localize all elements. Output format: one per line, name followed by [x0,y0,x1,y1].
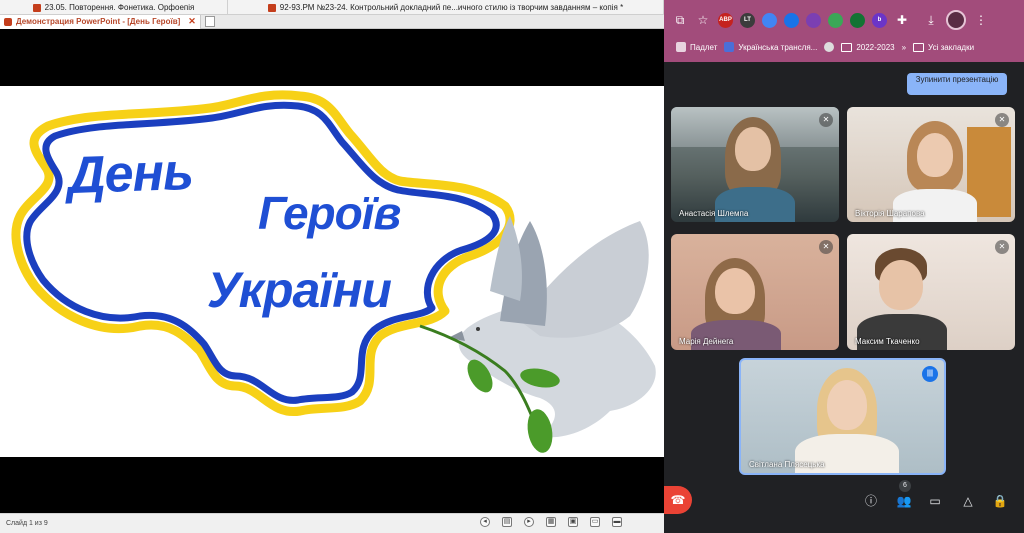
activities-icon[interactable]: △ [959,492,977,510]
participant-name: Максим Ткаченко [855,337,920,346]
host-controls-icon[interactable]: 🔒 [991,492,1009,510]
document-tab-2-label: 92-93.РМ №23-24. Контрольний докладний п… [279,3,624,12]
stop-presentation-button[interactable]: Зупинити презентацію [907,73,1007,95]
powerpoint-icon [267,3,276,12]
meeting-info-icon[interactable]: ⓘ [862,492,880,510]
bookmark-all-bookmarks[interactable]: Усі закладки [913,42,975,52]
muted-mic-icon: ✕ [819,240,833,254]
muted-mic-icon: ✕ [995,240,1009,254]
bookmarks-bar: Падлет Українська трансля... 2022-2023 »… [664,37,1024,57]
participant-count-badge: 6 [899,480,911,492]
reading-view-icon[interactable]: ▭ [590,517,600,527]
chrome-menu-icon[interactable]: ⋮ [973,12,989,28]
slide-title-line-3: України [207,262,392,318]
extension-icon[interactable] [762,12,777,28]
participant-name: Марія Дейнега [679,337,734,346]
bookmarks-overflow-chevron[interactable]: » [902,43,906,52]
bookmark-favicon [724,42,735,52]
participant-tile[interactable]: ✕ Вікторія Шарапова [847,107,1015,222]
slide-counter: Слайд 1 из 9 [6,520,48,527]
participant-tile[interactable]: ✕ Максим Ткаченко [847,234,1015,350]
previous-slide-icon[interactable]: ◂ [480,517,490,527]
bookmark-padlet[interactable]: Падлет [676,42,717,52]
extension-icon[interactable] [806,12,821,28]
document-tab-1-label: 23.05. Повторення. Фонетика. Орфоепія [44,3,195,12]
close-icon[interactable]: ✕ [188,16,196,27]
next-slide-icon[interactable]: ▸ [524,517,534,527]
folder-icon [913,42,925,52]
puzzle-extensions-icon[interactable]: ✚ [894,12,910,28]
profile-avatar[interactable] [946,10,966,30]
slideshow-view-icon[interactable]: ▬ [612,517,622,527]
slide-sorter-icon[interactable]: ▣ [568,517,578,527]
meeting-controls: ☎ ⓘ 6 👥 ▭ △ 🔒 [664,474,1024,533]
document-tabs: 23.05. Повторення. Фонетика. Орфоепія 92… [0,0,664,15]
end-call-button[interactable]: ☎ [664,486,692,514]
presentation-slide: День Героїв України [0,86,664,457]
new-document-icon[interactable] [204,16,215,27]
bookmark-ukrainian-broadcast-label: Українська трансля... [738,42,818,52]
bookmark-all-bookmarks-label: Усі закладки [928,42,975,52]
extension-icon[interactable]: b [872,12,887,28]
participant-name: Вікторія Шарапова [855,209,925,218]
powerpoint-window: 23.05. Повторення. Фонетика. Орфоепія 92… [0,0,664,533]
extension-icon[interactable] [784,12,799,28]
extension-icon[interactable] [828,12,843,28]
bookmark-star-icon[interactable]: ☆ [695,12,711,28]
download-icon[interactable]: ⤓ [923,12,939,28]
bookmark-folder-2022-2023-label: 2022-2023 [856,42,895,52]
participant-name: Світлана Плясецька [749,460,825,469]
languagetool-extension-icon[interactable]: LT [740,12,755,28]
screen: 23.05. Повторення. Фонетика. Орфоепія 92… [0,0,1024,533]
powerpoint-icon [32,3,41,12]
document-tab-1[interactable]: 23.05. Повторення. Фонетика. Орфоепія [0,0,228,15]
powerpoint-icon [4,17,12,26]
slideshow-controls: ◂ ▤ ▸ ▦ ▣ ▭ ▬ [480,517,622,527]
participant-tile[interactable]: ✕ Анастасія Шлемпа [671,107,839,222]
participant-tile-active-speaker[interactable]: ||| Світлана Плясецька [739,358,946,475]
folder-icon [841,42,853,52]
muted-mic-icon: ✕ [995,113,1009,127]
bookmark-ukrainian-broadcast[interactable]: Українська трансля... [724,42,817,52]
slideshow-titlebar: Демонстрация PowerPoint - [День Героїв] … [0,14,664,29]
google-meet: Зупинити презентацію ✕ Анастасія Шлемпа … [664,62,1024,533]
adblock-extension-icon[interactable]: ABP [718,12,733,28]
people-icon[interactable]: 👥 [895,492,913,510]
extension-icon[interactable] [850,12,865,28]
chrome-frame: ⧉ ☆ ABP LT b ✚ ⤓ ⋮ Падлет Українська тра… [664,0,1024,62]
participant-tile[interactable]: ✕ Марія Дейнега [671,234,839,350]
ukraine-map-yellow-outline [11,90,515,417]
chrome-toolbar: ⧉ ☆ ABP LT b ✚ ⤓ ⋮ [664,6,1024,34]
speaking-indicator-icon: ||| [922,366,938,382]
bookmark-globe[interactable] [824,42,835,52]
slideshow-tab[interactable]: Демонстрация PowerPoint - [День Героїв] … [0,14,201,29]
slideshow-title: Демонстрация PowerPoint - [День Героїв] [16,17,181,26]
normal-view-icon[interactable]: ▦ [546,517,556,527]
bookmark-folder-2022-2023[interactable]: 2022-2023 [841,42,895,52]
slide-title-line-2: Героїв [258,187,401,239]
chrome-window: ⧉ ☆ ABP LT b ✚ ⤓ ⋮ Падлет Українська тра… [664,0,1024,533]
globe-icon [824,42,835,52]
slide-title-line-1: День [67,142,194,206]
chat-icon[interactable]: ▭ [926,492,944,510]
muted-mic-icon: ✕ [819,113,833,127]
slideshow-statusbar: Слайд 1 из 9 ◂ ▤ ▸ ▦ ▣ ▭ ▬ [0,513,664,533]
document-tab-2[interactable]: 92-93.РМ №23-24. Контрольний докладний п… [228,0,664,15]
padlet-icon [676,42,686,52]
open-in-new-window-icon[interactable]: ⧉ [672,12,688,28]
bookmark-padlet-label: Падлет [690,42,718,52]
participant-name: Анастасія Шлемпа [679,209,749,218]
slide-menu-icon[interactable]: ▤ [502,517,512,527]
